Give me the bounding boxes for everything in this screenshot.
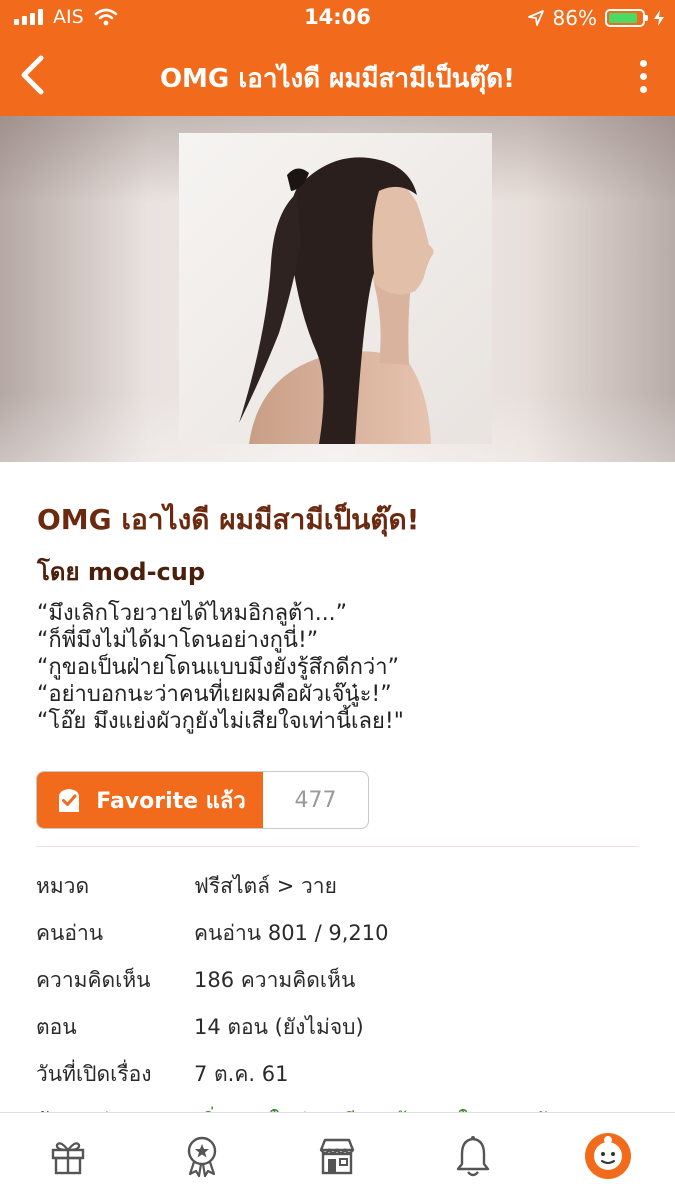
more-menu-button[interactable]	[623, 54, 663, 98]
tab-notifications[interactable]	[443, 1131, 503, 1181]
info-row-category: หมวด ฟรีสไตล์ > วาย	[36, 862, 639, 909]
battery-level	[609, 13, 637, 23]
cover-illustration	[179, 133, 492, 444]
story-title: OMG เอาไงดี ผมมีสามีเป็นตุ๊ด!	[37, 503, 420, 536]
divider	[36, 846, 639, 847]
synopsis-line: “กูขอเป็นฝ่ายโดนแบบมึงยังรู้สึกดีกว่า”	[37, 655, 400, 680]
info-value[interactable]: 186 ความคิดเห็น	[194, 964, 355, 997]
favorite-button[interactable]: Favorite แล้ว	[37, 772, 263, 828]
info-label: คนอ่าน	[36, 921, 104, 945]
story-synopsis: “มึงเลิกโวยวายได้ไหมอิกลูต้า...” “ก็พี่ม…	[37, 600, 404, 735]
favorite-label: Favorite แล้ว	[96, 788, 246, 814]
info-label: หมวด	[36, 874, 90, 898]
info-row-chapters: ตอน 14 ตอน (ยังไม่จบ)	[36, 1003, 639, 1050]
bell-icon	[456, 1136, 490, 1177]
bookmark-check-icon	[59, 789, 80, 812]
synopsis-line: “โอ๊ย มึงแย่งผัวกูยังไม่เสียใจเท่านี้เลย…	[37, 709, 404, 734]
author-name[interactable]: โดย mod-cup	[37, 552, 205, 591]
app-header: AIS 14:06 86% OMG เอาไงดี ผมมีสามีเป็นตุ…	[0, 0, 675, 116]
tab-gifts[interactable]	[38, 1131, 98, 1181]
synopsis-line: “มึงเลิกโวยวายได้ไหมอิกลูต้า...”	[37, 601, 348, 626]
tab-profile[interactable]	[578, 1131, 638, 1181]
charging-bolt-icon	[654, 10, 664, 26]
synopsis-line: “อย่าบอกนะว่าคนที่เยผมคือผัวเจ๊นู๋ะ!”	[37, 682, 392, 707]
award-badge-icon	[187, 1136, 217, 1178]
info-label: ตอน	[36, 1015, 77, 1039]
battery-icon	[605, 9, 648, 27]
info-value[interactable]: ฟรีสไตล์ > วาย	[194, 870, 337, 903]
location-arrow-icon	[527, 10, 544, 26]
bottom-tab-bar	[0, 1112, 675, 1201]
tab-rewards[interactable]	[172, 1131, 232, 1181]
story-info-table: หมวด ฟรีสไตล์ > วาย คนอ่าน คนอ่าน 801 / …	[36, 862, 639, 1144]
gift-icon	[51, 1142, 85, 1175]
info-value: 14 ตอน (ยังไม่จบ)	[194, 1015, 364, 1039]
synopsis-line: “ก็พี่มึงไม่ได้มาโดนอย่างกูนี่!”	[37, 628, 319, 653]
status-bar: AIS 14:06 86%	[0, 0, 675, 40]
favorite-control: Favorite แล้ว 477	[36, 771, 369, 829]
info-row-opened-date: วันที่เปิดเรื่อง 7 ต.ค. 61	[36, 1050, 639, 1097]
favorite-count: 477	[294, 787, 337, 813]
more-dots-icon	[639, 59, 647, 67]
info-value: 7 ต.ค. 61	[194, 1062, 289, 1086]
info-row-readers: คนอ่าน คนอ่าน 801 / 9,210	[36, 909, 639, 956]
nav-bar: OMG เอาไงดี ผมมีสามีเป็นตุ๊ด!	[0, 40, 675, 116]
cover-image	[179, 133, 492, 444]
chevron-left-icon	[21, 55, 44, 95]
info-label: วันที่เปิดเรื่อง	[36, 1062, 152, 1086]
profile-avatar-icon	[585, 1133, 631, 1179]
battery-percent: 86%	[552, 6, 597, 30]
store-icon	[319, 1138, 355, 1175]
info-label: ความคิดเห็น	[36, 968, 151, 992]
info-value: คนอ่าน 801 / 9,210	[194, 921, 389, 945]
nav-title: OMG เอาไงดี ผมมีสามีเป็นตุ๊ด!	[159, 64, 516, 94]
tab-store[interactable]	[307, 1131, 367, 1181]
back-button[interactable]	[12, 50, 52, 100]
info-row-comments: ความคิดเห็น 186 ความคิดเห็น	[36, 956, 639, 1003]
